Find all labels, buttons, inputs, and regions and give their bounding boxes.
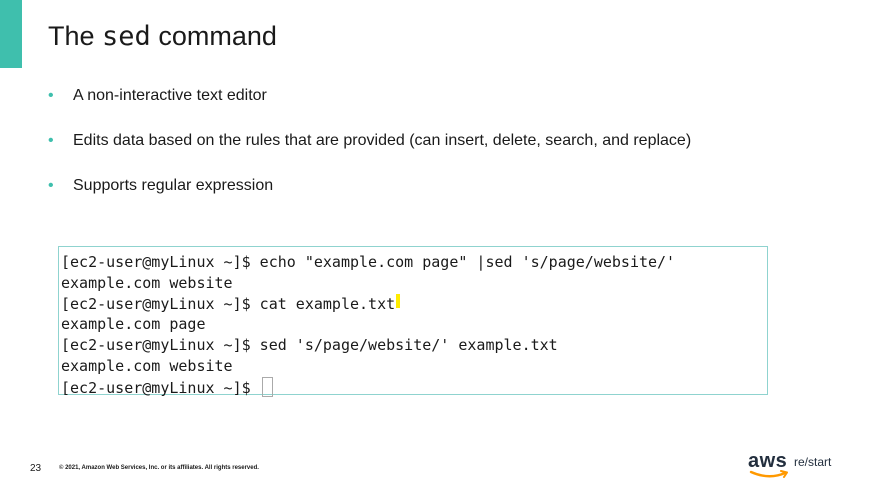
bullet-item: • Supports regular expression (48, 174, 691, 198)
terminal-screenshot: [ec2-user@myLinux ~]$ echo "example.com … (58, 246, 768, 398)
bullet-text: Supports regular expression (73, 177, 274, 194)
terminal-line: [ec2-user@myLinux ~]$ echo "example.com … (61, 253, 676, 271)
bullet-text: A non-interactive text editor (73, 87, 267, 104)
bullet-item: • Edits data based on the rules that are… (48, 129, 691, 153)
bullet-icon: • (48, 87, 54, 104)
terminal-cursor (261, 376, 273, 397)
title-suffix: command (150, 21, 277, 51)
terminal-line: example.com page (61, 315, 206, 334)
title-code: sed (102, 21, 151, 52)
bullet-icon: • (48, 177, 54, 194)
bullet-icon: • (48, 132, 54, 149)
bullet-item: • A non-interactive text editor (48, 84, 691, 108)
bullet-list: • A non-interactive text editor • Edits … (48, 84, 691, 219)
terminal-line: example.com website (61, 356, 233, 375)
terminal-line: [ec2-user@myLinux ~]$ sed 's/page/websit… (61, 336, 558, 355)
title-prefix: The (48, 21, 103, 51)
terminal-line: example.com website (61, 273, 233, 292)
accent-bar (0, 0, 22, 68)
copyright-notice: © 2021, Amazon Web Services, Inc. or its… (59, 465, 259, 471)
terminal-line: [ec2-user@myLinux ~]$ cat example.txt (61, 293, 767, 315)
text-highlight-marker (396, 293, 401, 308)
aws-smile-icon (749, 470, 788, 478)
restart-logo-text: re/start (794, 455, 832, 469)
slide-number: 23 (30, 463, 42, 474)
terminal-line: [ec2-user@myLinux ~]$ (61, 376, 767, 398)
slide-title: The sed command (48, 18, 277, 55)
bullet-text: Edits data based on the rules that are p… (73, 132, 692, 149)
aws-restart-logo: aws re/start (748, 449, 848, 483)
